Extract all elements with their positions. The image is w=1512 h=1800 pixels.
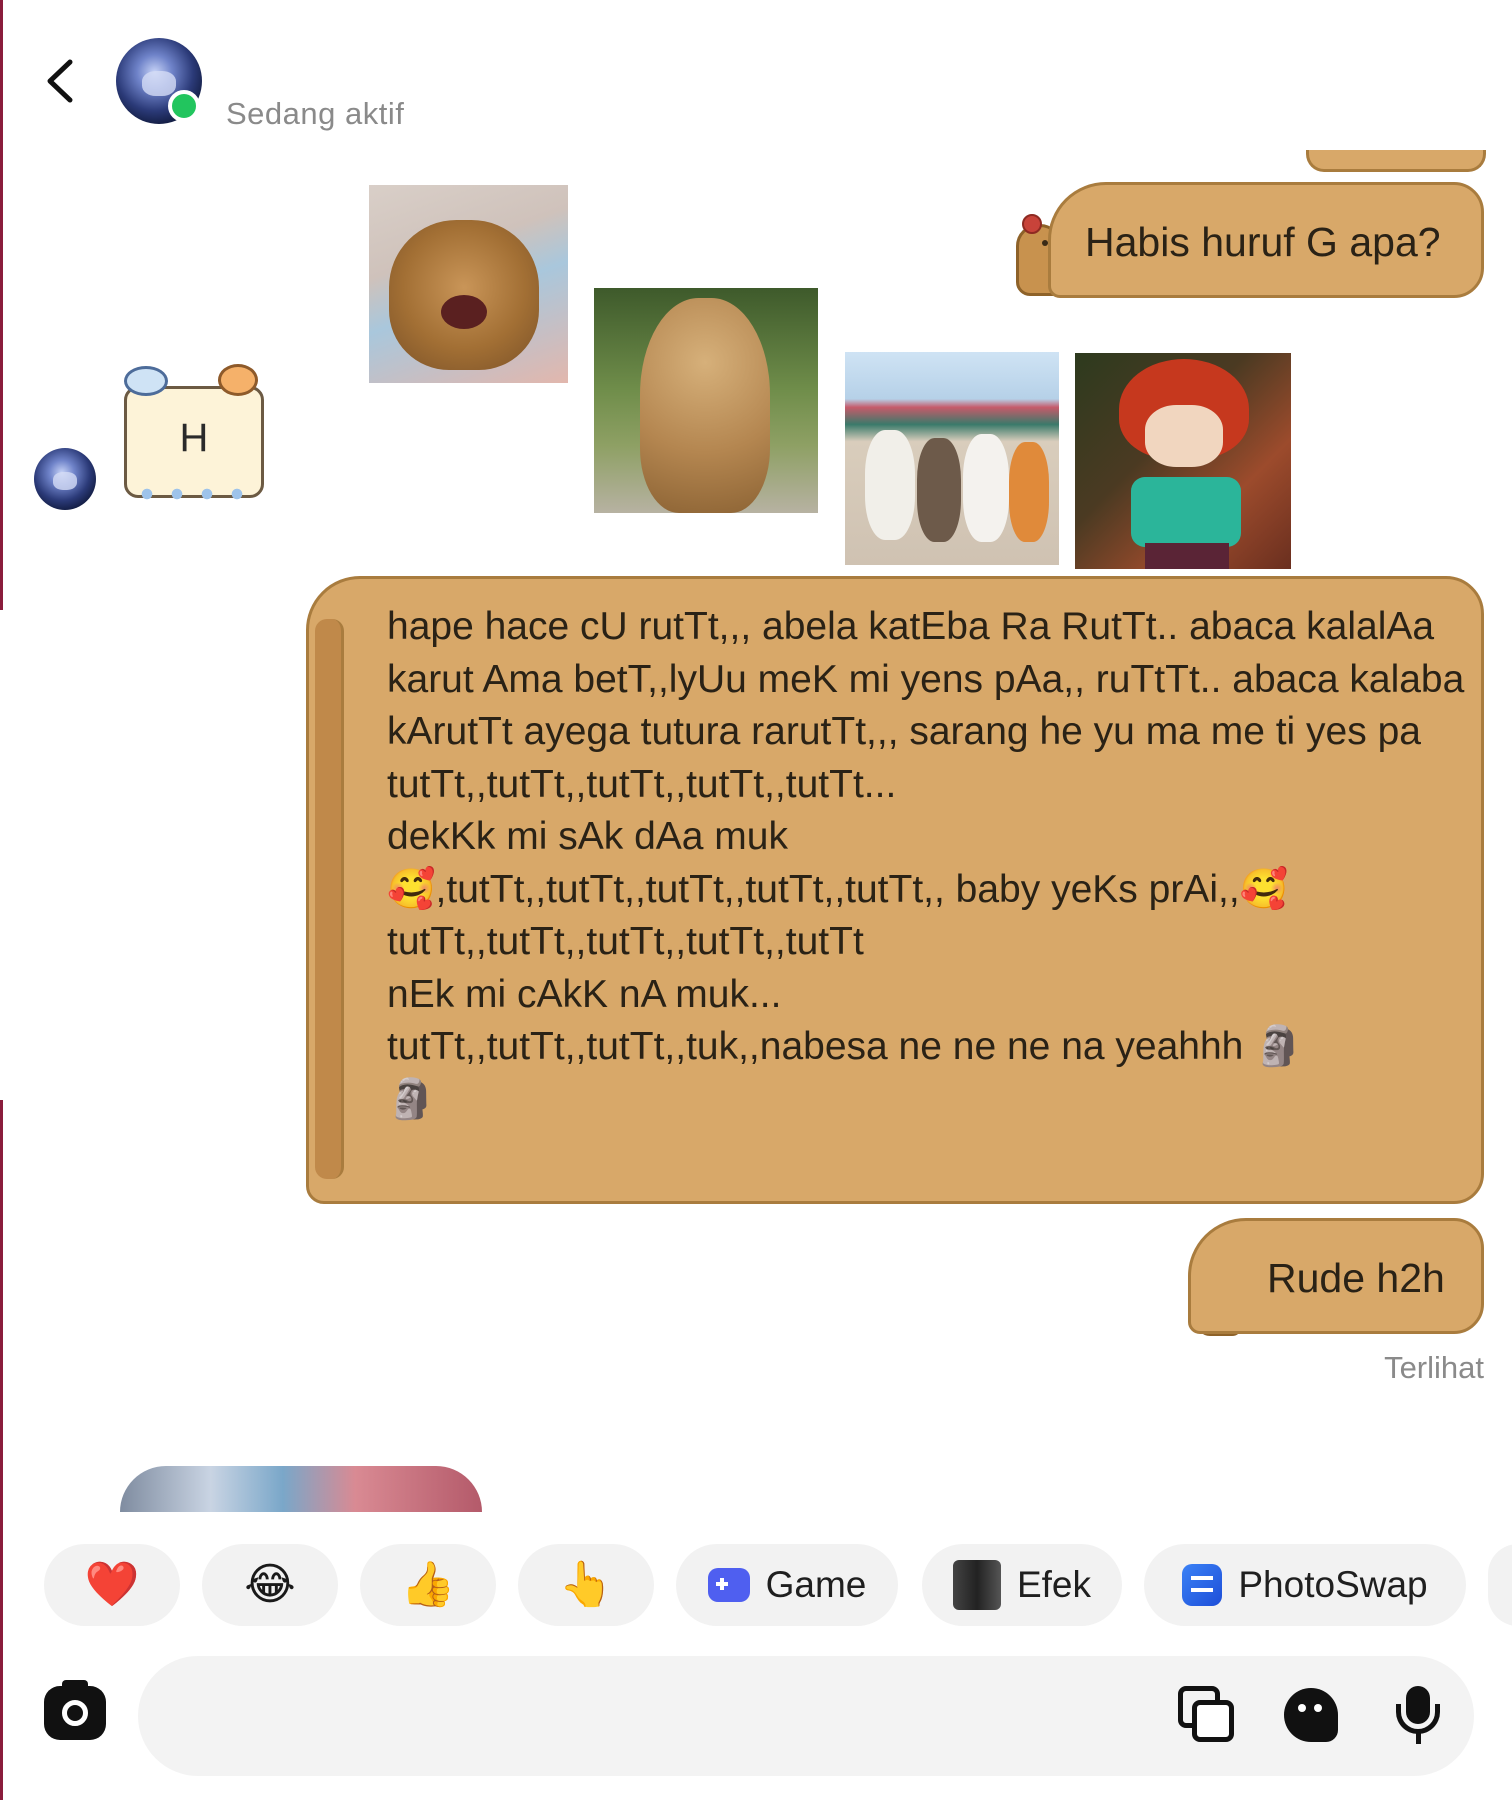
- sticker-letter: H: [179, 416, 209, 460]
- chat-header: Sedang aktif: [0, 0, 1512, 150]
- laugh-reaction-button[interactable]: 😂: [202, 1544, 338, 1626]
- camera-icon: [62, 1700, 88, 1726]
- cat-screaming-image[interactable]: [369, 185, 568, 383]
- effects-icon: [952, 1560, 1001, 1610]
- outgoing-message-bubble[interactable]: Rude h2h: [1188, 1218, 1484, 1334]
- sticker-button[interactable]: [1282, 1686, 1340, 1744]
- outgoing-message-bubble[interactable]: Habis huruf G apa?: [1048, 182, 1484, 298]
- message-text: Habis huruf G apa?: [1085, 219, 1441, 265]
- back-button[interactable]: [36, 52, 86, 110]
- pointing-finger-icon: 👆: [558, 1560, 614, 1609]
- message-text: Rude h2h: [1267, 1255, 1445, 1301]
- point-up-reaction-button[interactable]: 👆: [518, 1544, 654, 1626]
- photoswap-label: PhotoSwap: [1238, 1564, 1428, 1605]
- message-composer: [138, 1656, 1474, 1776]
- thumbs-up-reaction-button[interactable]: 👍: [360, 1544, 496, 1626]
- effects-button[interactable]: Efek: [922, 1544, 1122, 1626]
- more-actions-chip[interactable]: [1488, 1544, 1512, 1626]
- game-controller-icon: [707, 1568, 750, 1602]
- incoming-image-partial[interactable]: [120, 1466, 482, 1512]
- heart-reaction-button[interactable]: ❤️: [44, 1544, 180, 1626]
- chevron-left-icon: [47, 59, 73, 103]
- voice-message-button[interactable]: [1390, 1686, 1448, 1744]
- active-status-text: Sedang aktif: [226, 96, 405, 131]
- message-input[interactable]: [168, 1686, 1152, 1748]
- camera-button[interactable]: [44, 1680, 106, 1740]
- photoswap-button[interactable]: PhotoSwap: [1144, 1544, 1466, 1626]
- thumbs-up-icon: 👍: [400, 1560, 456, 1609]
- kitten-icon: [218, 364, 258, 396]
- incoming-note-sticker[interactable]: H: [118, 364, 270, 504]
- cat-sitting-image[interactable]: [594, 288, 818, 513]
- sticker-icon: [1284, 1688, 1338, 1742]
- kittens-beach-image[interactable]: [845, 352, 1059, 565]
- quick-actions-row: ❤️ 😂 👍 👆 Game Efek PhotoSwap: [0, 1544, 1512, 1626]
- photoswap-icon: [1182, 1564, 1223, 1606]
- effects-label: Efek: [1016, 1564, 1092, 1605]
- sender-avatar[interactable]: [34, 448, 96, 510]
- heart-icon: ❤️: [84, 1560, 140, 1609]
- game-label: Game: [765, 1564, 867, 1605]
- roblox-character-image[interactable]: [1075, 353, 1291, 569]
- seen-status: Terlihat: [1384, 1350, 1484, 1385]
- left-edge-line: [0, 1100, 3, 1800]
- paw-prints-icon: [132, 486, 252, 502]
- gallery-button[interactable]: [1178, 1686, 1236, 1744]
- scroll-spine-decoration: [315, 619, 344, 1179]
- laughing-face-icon: 😂: [244, 1560, 296, 1609]
- online-status-dot: [168, 90, 200, 122]
- puppy-icon: [124, 366, 168, 396]
- message-text: hape hace cU rutTt,,, abela katEba Ra Ru…: [387, 605, 1465, 1121]
- previous-message-bubble[interactable]: [1306, 150, 1486, 172]
- outgoing-long-message-bubble[interactable]: hape hace cU rutTt,,, abela katEba Ra Ru…: [306, 576, 1484, 1204]
- game-button[interactable]: Game: [676, 1544, 898, 1626]
